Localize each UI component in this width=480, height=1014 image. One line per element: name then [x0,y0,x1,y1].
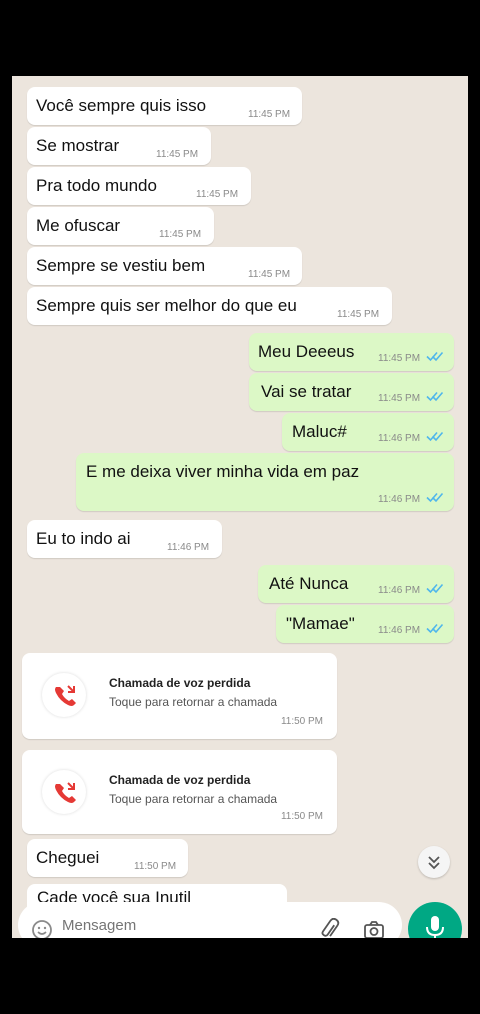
message-time: 11:46 PM [167,542,210,553]
message-time: 11:50 PM [134,861,177,872]
message-bubble[interactable]: Meu Deeeus 11:45 PM [249,333,454,371]
emoji-icon[interactable] [30,918,54,938]
double-check-icon [426,351,444,362]
message-input-bar [18,902,402,938]
message-bubble[interactable]: Você sempre quis isso 11:45 PM [27,87,302,125]
double-check-icon [426,583,444,594]
message-bubble[interactable]: Vai se tratar 11:45 PM [249,373,454,411]
message-bubble[interactable]: Sempre quis ser melhor do que eu 11:45 P… [27,287,392,325]
message-text: Pra todo mundo [36,176,157,195]
message-text: Meu Deeeus [258,342,355,361]
message-bubble[interactable]: Cheguei 11:50 PM [27,839,188,877]
message-time: 11:45 PM [337,309,380,320]
missed-call-card[interactable]: Chamada de voz perdida Toque para retorn… [22,750,337,834]
message-bubble[interactable]: Se mostrar 11:45 PM [27,127,211,165]
message-text: "Mamae" [286,614,355,633]
message-time: 11:45 PM [378,353,421,364]
chevron-down-icon [428,856,440,870]
call-subtitle: Toque para retornar a chamada [109,792,278,806]
missed-call-icon [42,673,86,717]
call-title: Chamada de voz perdida [109,773,251,787]
message-time: 11:45 PM [248,109,291,120]
call-time: 11:50 PM [280,811,323,822]
scroll-down-button[interactable] [418,846,450,878]
message-text: Você sempre quis isso [36,96,207,115]
chat-screen: Você sempre quis isso 11:45 PM Se mostra… [12,76,468,938]
message-time: 11:46 PM [378,433,421,444]
message-bubble[interactable]: Eu to indo ai 11:46 PM [27,520,222,558]
message-time: 11:46 PM [378,585,421,596]
message-time: 11:46 PM [378,494,421,505]
message-text: Maluc# [292,422,347,441]
message-text: Me ofuscar [36,216,121,235]
message-bubble[interactable]: Sempre se vestiu bem 11:45 PM [27,247,302,285]
paperclip-icon[interactable] [318,918,342,938]
message-bubble[interactable]: Pra todo mundo 11:45 PM [27,167,251,205]
camera-icon[interactable] [362,918,386,938]
message-input[interactable] [60,916,314,935]
message-time: 11:45 PM [156,149,199,160]
message-time: 11:45 PM [378,393,421,404]
double-check-icon [426,391,444,402]
message-time: 11:46 PM [378,625,421,636]
message-time: 11:45 PM [248,269,291,280]
message-text: Sempre quis ser melhor do que eu [36,296,297,315]
message-text: Cheguei [36,848,100,867]
message-bubble[interactable]: Até Nunca 11:46 PM [258,565,454,603]
double-check-icon [426,492,444,503]
call-time: 11:50 PM [280,716,323,727]
double-check-icon [426,623,444,634]
call-title: Chamada de voz perdida [109,676,251,690]
message-text: Até Nunca [269,574,349,593]
message-bubble[interactable]: Me ofuscar 11:45 PM [27,207,214,245]
missed-call-card[interactable]: Chamada de voz perdida Toque para retorn… [22,653,337,739]
message-bubble[interactable]: "Mamae" 11:46 PM [276,605,454,643]
message-bubble[interactable]: E me deixa viver minha vida em paz 11:46… [76,453,454,511]
message-text: E me deixa viver minha vida em paz [86,462,360,481]
message-text: Se mostrar [36,136,120,155]
message-text: Eu to indo ai [36,529,131,548]
mic-icon [426,916,444,938]
message-time: 11:45 PM [159,229,202,240]
message-text: Sempre se vestiu bem [36,256,206,275]
message-time: 11:45 PM [196,189,239,200]
double-check-icon [426,431,444,442]
message-text: Vai se tratar [261,382,352,401]
call-subtitle: Toque para retornar a chamada [109,695,278,709]
message-bubble[interactable]: Maluc# 11:46 PM [282,413,454,451]
mic-button[interactable] [408,902,462,938]
missed-call-icon [42,770,86,814]
